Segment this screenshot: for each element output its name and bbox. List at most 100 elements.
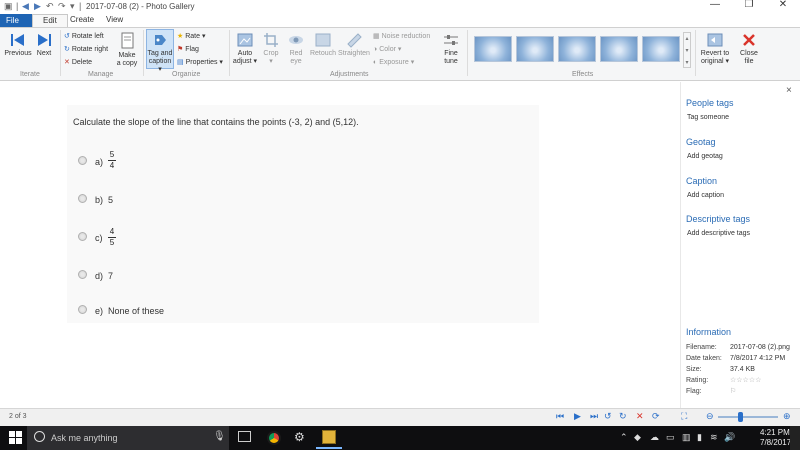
color-button[interactable]: ◑ Color ▾ xyxy=(373,44,401,56)
group-label-manage: Manage xyxy=(88,71,114,78)
forward-icon[interactable]: ▶ xyxy=(34,1,41,12)
group-label-organize: Organize xyxy=(172,71,201,78)
add-geotag-link[interactable]: Add geotag xyxy=(687,153,723,160)
back-icon[interactable]: ◀ xyxy=(22,1,29,12)
rotate-icon[interactable]: ⟳ xyxy=(652,411,660,422)
close-file-button[interactable]: Close file xyxy=(736,32,762,66)
viewer-controls: ⏮ ▶ ⏭ ↺ ↻ ✕ ⟳ xyxy=(556,411,676,423)
clock-time[interactable]: 4:21 PM xyxy=(760,428,790,437)
auto-adjust-button[interactable]: Auto adjust ▾ xyxy=(232,32,258,66)
auto-adjust-icon xyxy=(237,33,253,47)
title-separator: | xyxy=(79,1,82,11)
noise-reduction-button[interactable]: ▦ Noise reduction xyxy=(373,31,430,43)
show-hidden-icons[interactable]: ⌃ xyxy=(620,432,628,443)
chrome-icon[interactable] xyxy=(267,431,281,445)
windows-start-icon[interactable] xyxy=(9,431,23,445)
effects-scroll[interactable]: ▴ ▾ ▾ xyxy=(683,32,691,68)
customize-icon[interactable]: ▾ xyxy=(70,1,75,12)
option-d-radio[interactable] xyxy=(78,270,87,279)
network-icon[interactable]: ▥ xyxy=(682,432,691,443)
red-eye-button[interactable]: Red eye xyxy=(285,32,307,66)
title-bar: ▣ | ◀ ▶ ↶ ↷ ▾ | 2017-07-08 (2) - Photo G… xyxy=(0,0,800,14)
crop-button[interactable]: Crop ▾ xyxy=(260,32,282,66)
properties-button[interactable]: ▤ Properties ▾ xyxy=(177,57,223,69)
next-button[interactable]: Next xyxy=(32,32,56,58)
delete-button[interactable]: ✕ Delete xyxy=(64,57,92,69)
revert-button[interactable]: Revert to original ▾ xyxy=(698,32,732,66)
close-pane-icon[interactable]: × xyxy=(786,85,792,96)
volume-icon[interactable]: 🔊 xyxy=(724,432,735,443)
zoom-slider[interactable] xyxy=(718,416,778,418)
flag-button[interactable]: ⚑ Flag xyxy=(177,44,199,56)
task-view-icon[interactable] xyxy=(238,431,251,442)
close-file-icon xyxy=(743,34,755,46)
wifi-icon[interactable]: ≋ xyxy=(710,432,718,443)
delete-photo-icon[interactable]: ✕ xyxy=(636,411,644,422)
make-copy-button[interactable]: Make a copy xyxy=(114,32,140,68)
option-a-radio[interactable] xyxy=(78,156,87,165)
rate-button[interactable]: ★ Rate ▾ xyxy=(177,31,205,43)
properties-icon: ▤ xyxy=(177,59,184,66)
minimize-icon[interactable]: — xyxy=(698,0,732,13)
fraction-numerator: 4 xyxy=(109,227,115,236)
straighten-button[interactable]: Straighten xyxy=(338,32,370,58)
option-c-radio[interactable] xyxy=(78,232,87,241)
redo-icon[interactable]: ↷ xyxy=(58,1,66,12)
add-caption-link[interactable]: Add caption xyxy=(687,192,724,199)
rotate-right-button[interactable]: ↻ Rotate right xyxy=(64,44,108,56)
show-desktop-button[interactable] xyxy=(790,426,800,450)
maximize-icon[interactable]: ❐ xyxy=(732,0,766,13)
search-box[interactable]: Ask me anything 🎙 xyxy=(27,426,229,450)
rotate-left-button[interactable]: ↺ Rotate left xyxy=(64,31,104,43)
slideshow-icon[interactable]: ▶ xyxy=(574,411,581,422)
rotate-right-icon: ↻ xyxy=(64,46,70,53)
exposure-button[interactable]: ◐ Exposure ▾ xyxy=(373,57,414,69)
photo-gallery-taskbar-icon[interactable] xyxy=(322,430,336,444)
rotate-left-icon[interactable]: ↺ xyxy=(604,411,612,422)
rotate-right-icon[interactable]: ↻ xyxy=(619,411,627,422)
previous-button[interactable]: Previous xyxy=(4,32,32,58)
tag-and-caption-button[interactable]: Tag and caption ▾ xyxy=(146,29,174,73)
tab-view[interactable]: View xyxy=(96,14,133,27)
clock-date[interactable]: 7/8/2017 xyxy=(760,438,791,447)
effect-thumbnail[interactable] xyxy=(600,36,638,62)
dropbox-icon[interactable]: ◆ xyxy=(634,432,641,443)
previous-photo-icon[interactable]: ⏮ xyxy=(556,411,564,422)
next-photo-icon[interactable]: ⏭ xyxy=(590,411,598,422)
copy-icon xyxy=(121,32,134,49)
option-e-radio[interactable] xyxy=(78,305,87,314)
information-heading: Information xyxy=(686,327,732,337)
zoom-in-icon[interactable]: ⊕ xyxy=(783,411,791,422)
retouch-button[interactable]: Retouch xyxy=(309,32,337,58)
flag-icon: ⚑ xyxy=(177,46,184,53)
option-b-radio[interactable] xyxy=(78,194,87,203)
option-a-letter: a) xyxy=(95,157,104,167)
group-separator xyxy=(60,30,61,76)
undo-icon[interactable]: ↶ xyxy=(46,1,54,12)
zoom-slider-thumb[interactable] xyxy=(738,412,743,422)
battery-icon[interactable]: ▮ xyxy=(697,432,702,443)
display-icon[interactable]: ▭ xyxy=(666,432,675,443)
zoom-out-icon[interactable]: ⊖ xyxy=(706,411,714,422)
eye-icon xyxy=(289,36,303,44)
flag-icon[interactable]: ⚐ xyxy=(730,387,736,395)
caption-heading: Caption xyxy=(686,176,718,186)
effect-thumbnail[interactable] xyxy=(516,36,554,62)
effect-thumbnail[interactable] xyxy=(642,36,680,62)
app-icon[interactable]: ⚙ xyxy=(294,430,305,444)
tag-someone-link[interactable]: Tag someone xyxy=(687,114,729,121)
option-b-letter: b) xyxy=(95,195,104,205)
effect-thumbnail[interactable] xyxy=(474,36,512,62)
rating-stars[interactable]: ☆☆☆☆☆ xyxy=(730,376,761,384)
photo-position: 2 of 3 xyxy=(9,413,27,420)
actual-size-icon[interactable]: ⛶ xyxy=(681,411,687,422)
revert-icon xyxy=(707,33,723,47)
add-descriptive-tags-link[interactable]: Add descriptive tags xyxy=(687,230,750,237)
question-text: Calculate the slope of the line that con… xyxy=(73,117,359,127)
group-separator xyxy=(143,30,144,76)
onedrive-icon[interactable]: ☁ xyxy=(650,432,659,443)
tab-file[interactable]: File xyxy=(0,14,32,27)
effect-thumbnail[interactable] xyxy=(558,36,596,62)
close-window-icon[interactable]: ✕ xyxy=(766,0,800,13)
fine-tune-button[interactable]: Fine tune xyxy=(440,32,462,66)
